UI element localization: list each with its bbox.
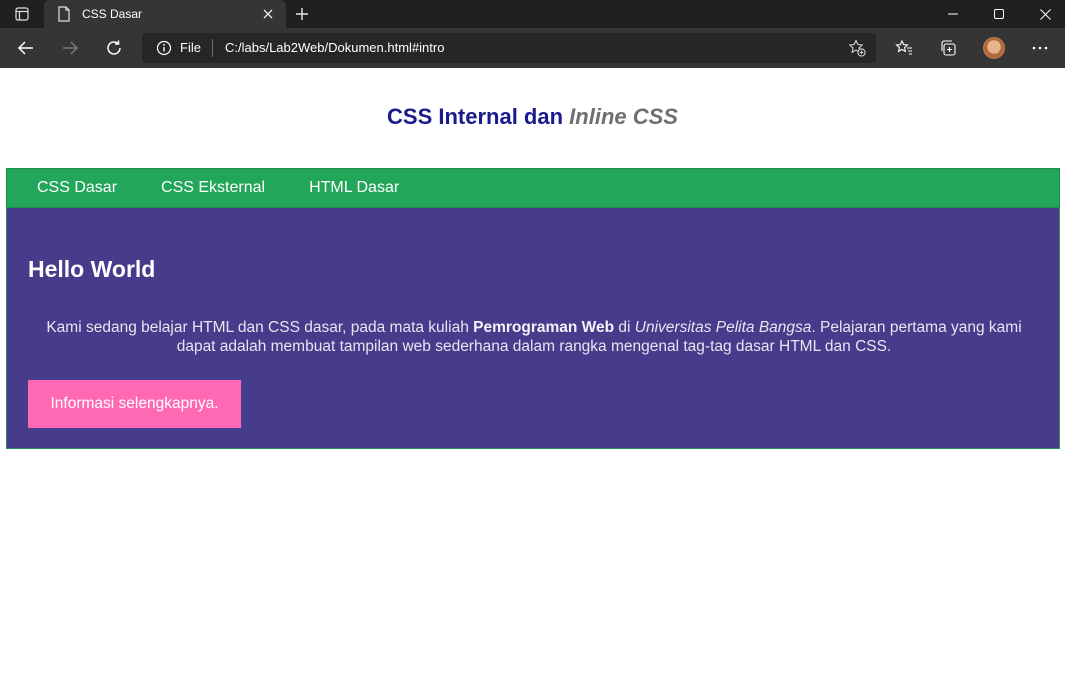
refresh-icon[interactable] — [98, 32, 130, 64]
tab-actions-icon[interactable] — [0, 0, 44, 28]
window-close-icon[interactable] — [1022, 0, 1065, 28]
maximize-icon[interactable] — [976, 0, 1022, 28]
main-nav: CSS Dasar CSS Eksternal HTML Dasar — [6, 168, 1060, 208]
browser-tab-bar: CSS Dasar — [0, 0, 1065, 28]
intro-text-italic: Universitas Pelita Bangsa — [634, 319, 812, 336]
nav-link-html-dasar[interactable]: HTML Dasar — [309, 179, 399, 197]
address-scheme: File — [180, 40, 201, 55]
plus-icon[interactable] — [290, 2, 314, 26]
intro-text-2: di — [614, 319, 635, 336]
browser-toolbar: File C:/labs/Lab2Web/Dokumen.html#intro — [0, 28, 1065, 68]
profile-avatar[interactable] — [978, 32, 1010, 64]
page-title-italic: Inline CSS — [569, 104, 678, 129]
minimize-icon[interactable] — [930, 0, 976, 28]
star-plus-icon[interactable] — [848, 39, 866, 57]
back-arrow-icon[interactable] — [10, 32, 42, 64]
intro-heading: Hello World — [28, 256, 156, 282]
intro-text-bold: Pemrograman Web — [473, 319, 615, 336]
web-page: CSS Internal dan Inline CSS CSS Dasar CS… — [0, 68, 1065, 683]
address-separator — [212, 39, 213, 57]
favorites-icon[interactable] — [888, 32, 920, 64]
page-title: CSS Internal dan Inline CSS — [0, 104, 1065, 130]
address-bar[interactable]: File C:/labs/Lab2Web/Dokumen.html#intro — [142, 33, 876, 63]
tab-title: CSS Dasar — [82, 7, 143, 21]
close-icon[interactable] — [256, 2, 280, 26]
nav-link-css-eksternal[interactable]: CSS Eksternal — [161, 179, 265, 197]
browser-tab[interactable]: CSS Dasar — [44, 0, 286, 28]
intro-section: Hello World Kami sedang belajar HTML dan… — [6, 208, 1060, 449]
more-info-button[interactable]: Informasi selengkapnya. — [28, 380, 241, 428]
intro-text-1: Kami sedang belajar HTML dan CSS dasar, … — [46, 319, 474, 336]
page-icon — [56, 6, 72, 22]
info-icon[interactable] — [156, 40, 172, 56]
more-icon[interactable] — [1024, 32, 1056, 64]
nav-link-css-dasar[interactable]: CSS Dasar — [37, 179, 117, 197]
page-title-main: CSS Internal dan — [387, 104, 570, 129]
address-url[interactable]: C:/labs/Lab2Web/Dokumen.html#intro — [225, 40, 444, 55]
forward-arrow-icon[interactable] — [54, 32, 86, 64]
collections-icon[interactable] — [932, 32, 964, 64]
intro-paragraph: Kami sedang belajar HTML dan CSS dasar, … — [27, 318, 1041, 356]
